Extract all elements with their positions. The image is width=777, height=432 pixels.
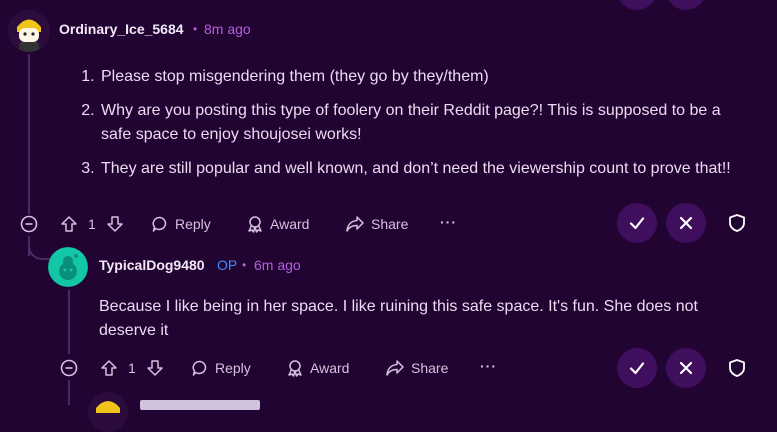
collapse-icon <box>20 215 38 233</box>
upvote-button[interactable] <box>60 212 78 236</box>
share-button[interactable]: Share <box>345 212 408 236</box>
vote-count: 1 <box>128 360 136 376</box>
award-button[interactable]: Award <box>246 212 309 236</box>
downvote-icon <box>147 360 163 376</box>
reply-label: Reply <box>175 216 211 232</box>
next-comment-author <box>140 400 260 410</box>
comment-author[interactable]: TypicalDog9480 <box>99 257 205 273</box>
list-item: They are still popular and well known, a… <box>99 157 752 181</box>
downvote-icon <box>107 216 123 232</box>
approve-button-top[interactable] <box>617 0 657 10</box>
avatar[interactable] <box>88 392 128 432</box>
share-icon <box>346 216 364 232</box>
share-icon <box>386 360 404 376</box>
meta-separator: • <box>193 22 198 36</box>
avatar-image <box>88 392 128 432</box>
thread-connector <box>28 236 52 260</box>
mod-shield-button[interactable] <box>727 358 747 383</box>
avatar-image <box>48 247 88 287</box>
thread-line <box>68 290 70 354</box>
collapse-icon <box>60 359 78 377</box>
more-icon: ··· <box>440 214 457 230</box>
approve-button[interactable] <box>617 348 657 388</box>
comment-author[interactable]: Ordinary_Ice_5684 <box>59 21 184 37</box>
share-label: Share <box>411 360 449 376</box>
reply-button[interactable]: Reply <box>191 356 251 380</box>
remove-x-icon <box>679 361 693 375</box>
share-label: Share <box>371 216 409 232</box>
share-button[interactable]: Share <box>385 356 448 380</box>
remove-button-top[interactable] <box>666 0 706 10</box>
upvote-icon <box>61 216 77 232</box>
more-options-button[interactable]: ··· <box>480 354 497 378</box>
thread-line <box>68 380 70 405</box>
approve-button[interactable] <box>617 203 657 243</box>
comment-body: Because I like being in her space. I lik… <box>99 298 698 339</box>
comment-body: Please stop misgendering them (they go b… <box>82 65 752 191</box>
downvote-button[interactable] <box>106 212 124 236</box>
upvote-icon <box>101 360 117 376</box>
shield-icon <box>729 214 745 232</box>
downvote-button[interactable] <box>146 356 164 380</box>
reply-icon <box>152 216 167 232</box>
list-item: Why are you posting this type of foolery… <box>99 99 752 147</box>
upvote-button[interactable] <box>100 356 118 380</box>
meta-separator: • <box>242 258 247 272</box>
mod-shield-button[interactable] <box>727 213 747 238</box>
comment-timestamp[interactable]: 6m ago <box>254 257 301 273</box>
award-button[interactable]: Award <box>286 356 349 380</box>
remove-x-icon <box>679 216 693 230</box>
approve-check-icon <box>629 217 645 230</box>
avatar-image <box>8 10 50 52</box>
avatar[interactable] <box>48 247 88 287</box>
award-label: Award <box>310 360 350 376</box>
shield-icon <box>729 359 745 377</box>
award-icon <box>248 216 262 233</box>
award-icon <box>288 360 302 377</box>
remove-button[interactable] <box>666 203 706 243</box>
collapse-button[interactable] <box>59 358 79 378</box>
vote-count: 1 <box>88 216 96 232</box>
list-item: Please stop misgendering them (they go b… <box>99 65 752 89</box>
op-badge: OP <box>217 257 238 273</box>
reply-icon <box>192 360 207 376</box>
award-label: Award <box>270 216 310 232</box>
reply-button[interactable]: Reply <box>151 212 211 236</box>
remove-button[interactable] <box>666 348 706 388</box>
avatar[interactable] <box>8 10 50 52</box>
reply-label: Reply <box>215 360 251 376</box>
approve-check-icon <box>629 362 645 375</box>
collapse-button[interactable] <box>19 214 39 234</box>
comment-timestamp[interactable]: 8m ago <box>204 21 251 37</box>
thread-line <box>28 54 30 214</box>
more-options-button[interactable]: ··· <box>440 210 457 234</box>
more-icon: ··· <box>480 358 497 374</box>
